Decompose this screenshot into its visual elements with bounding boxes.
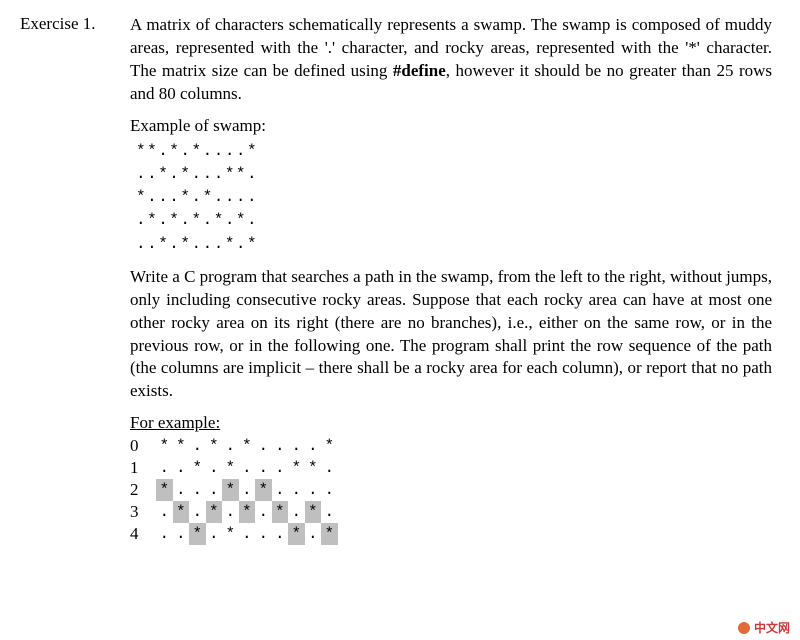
grid-cell: . (305, 479, 322, 501)
grid-cell: * (321, 435, 338, 457)
grid-cell: . (272, 435, 289, 457)
grid-cell: . (321, 479, 338, 501)
row-cells: .*.*.*.*.*. (156, 501, 338, 523)
grid-cell: * (222, 523, 239, 545)
grid-cell: . (156, 523, 173, 545)
grid-cell: . (222, 435, 239, 457)
grid-cell: . (222, 501, 239, 523)
grid-cell: . (272, 457, 289, 479)
grid-cell: * (156, 479, 173, 501)
exercise-label: Exercise 1. (20, 14, 96, 33)
grid-cell: . (189, 479, 206, 501)
grid-cell: * (156, 435, 173, 457)
row-number: 1 (130, 458, 156, 478)
grid-cell: . (321, 501, 338, 523)
paragraph-1: A matrix of characters schematically rep… (130, 14, 772, 106)
grid-cell: . (272, 479, 289, 501)
grid-cell: . (173, 523, 190, 545)
grid-cell: . (206, 523, 223, 545)
grid-cell: . (288, 501, 305, 523)
grid-cell: . (173, 479, 190, 501)
grid-cell: . (288, 435, 305, 457)
grid-cell: . (239, 479, 256, 501)
grid-cell: . (189, 501, 206, 523)
example-row: 1..*.*...**. (130, 457, 772, 479)
grid-cell: . (156, 501, 173, 523)
grid-cell: . (173, 457, 190, 479)
grid-cell: . (156, 457, 173, 479)
paragraph-2: Write a C program that searches a path i… (130, 266, 772, 404)
for-example-label: For example: (130, 413, 220, 432)
grid-cell: . (255, 457, 272, 479)
grid-cell: . (272, 523, 289, 545)
grid-cell: * (305, 501, 322, 523)
row-cells: *...*.*.... (156, 479, 338, 501)
row-number: 3 (130, 502, 156, 522)
grid-cell: . (255, 501, 272, 523)
row-number: 4 (130, 524, 156, 544)
grid-cell: * (222, 457, 239, 479)
grid-cell: * (288, 523, 305, 545)
grid-cell: . (305, 523, 322, 545)
grid-cell: * (305, 457, 322, 479)
grid-cell: * (189, 523, 206, 545)
example-row: 2*...*.*.... (130, 479, 772, 501)
watermark-text: 中文网 (754, 619, 790, 636)
row-number: 2 (130, 480, 156, 500)
row-cells: **.*.*....* (156, 435, 338, 457)
watermark: 中文网 (738, 619, 790, 636)
grid-cell: * (272, 501, 289, 523)
grid-cell: . (255, 435, 272, 457)
grid-cell: . (189, 435, 206, 457)
swamp-code-block: **.*.*....* ..*.*...**. *...*.*.... .*.*… (136, 140, 772, 256)
grid-cell: * (239, 501, 256, 523)
example-grid: 0**.*.*....*1..*.*...**.2*...*.*....3.*.… (130, 435, 772, 545)
example-row: 3.*.*.*.*.*. (130, 501, 772, 523)
grid-cell: * (173, 435, 190, 457)
grid-cell: . (206, 457, 223, 479)
define-keyword: #define (393, 61, 446, 80)
grid-cell: * (239, 435, 256, 457)
row-number: 0 (130, 436, 156, 456)
watermark-icon (738, 622, 750, 634)
grid-cell: * (173, 501, 190, 523)
grid-cell: * (206, 435, 223, 457)
example-row: 0**.*.*....* (130, 435, 772, 457)
row-cells: ..*.*...*.* (156, 523, 338, 545)
grid-cell: . (255, 523, 272, 545)
grid-cell: * (189, 457, 206, 479)
grid-cell: . (305, 435, 322, 457)
grid-cell: . (206, 479, 223, 501)
for-example-block: For example: 0**.*.*....*1..*.*...**.2*.… (130, 413, 772, 545)
row-cells: ..*.*...**. (156, 457, 338, 479)
example-label: Example of swamp: (130, 116, 772, 136)
grid-cell: . (239, 457, 256, 479)
grid-cell: * (321, 523, 338, 545)
grid-cell: . (239, 523, 256, 545)
grid-cell: * (288, 457, 305, 479)
grid-cell: . (321, 457, 338, 479)
grid-cell: * (255, 479, 272, 501)
example-row: 4..*.*...*.* (130, 523, 772, 545)
grid-cell: * (222, 479, 239, 501)
grid-cell: . (288, 479, 305, 501)
grid-cell: * (206, 501, 223, 523)
